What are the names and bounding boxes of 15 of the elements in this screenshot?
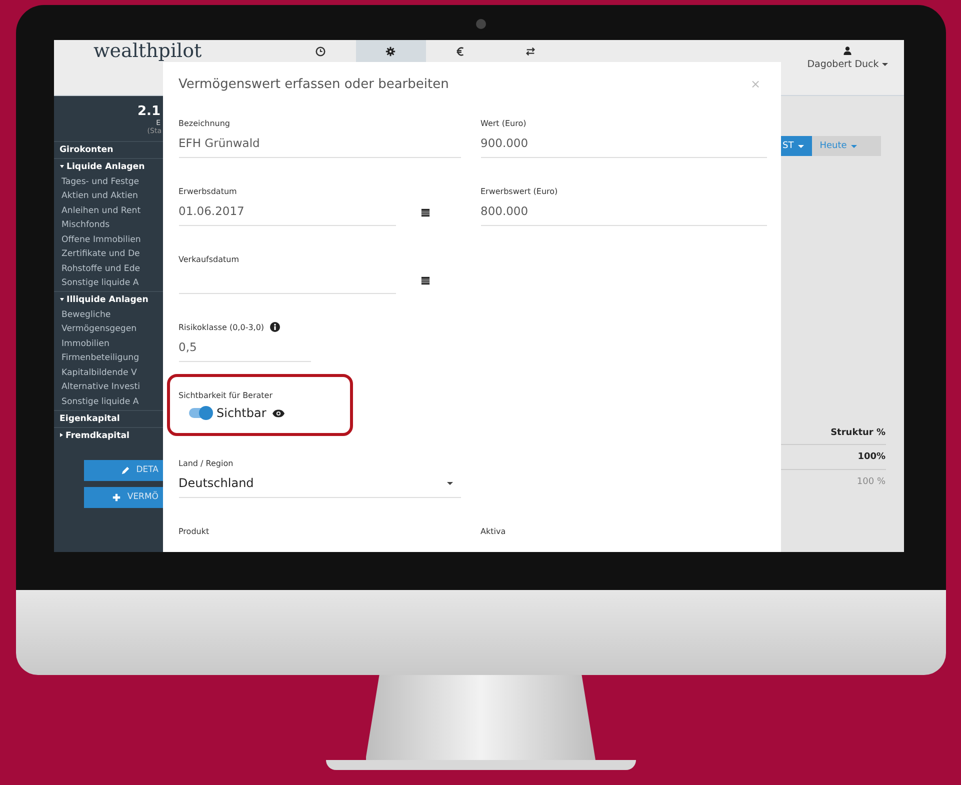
toggle-label: Sichtbar	[216, 406, 266, 420]
field-label: Risikoklasse (0,0-3,0)	[178, 322, 264, 332]
field-label: Erwerbswert (Euro)	[480, 186, 558, 196]
field-label: Land / Region	[178, 458, 234, 468]
logo: wealthpilot	[92, 40, 203, 61]
field-label: Aktiva	[480, 526, 506, 536]
field-label: Sichtbarkeit für Berater	[178, 390, 273, 400]
field-label: Erwerbsdatum	[178, 186, 237, 196]
field-label: Wert (Euro)	[480, 118, 526, 128]
modal-title: Vermögenswert erfassen oder bearbeiten	[178, 77, 449, 92]
total-amount: 2.1	[136, 104, 162, 119]
field-label: Verkaufsdatum	[178, 254, 239, 264]
field-label: Produkt	[178, 526, 210, 536]
field-label: Bezeichnung	[178, 118, 230, 128]
table-cell-text: 100 %	[856, 476, 886, 489]
